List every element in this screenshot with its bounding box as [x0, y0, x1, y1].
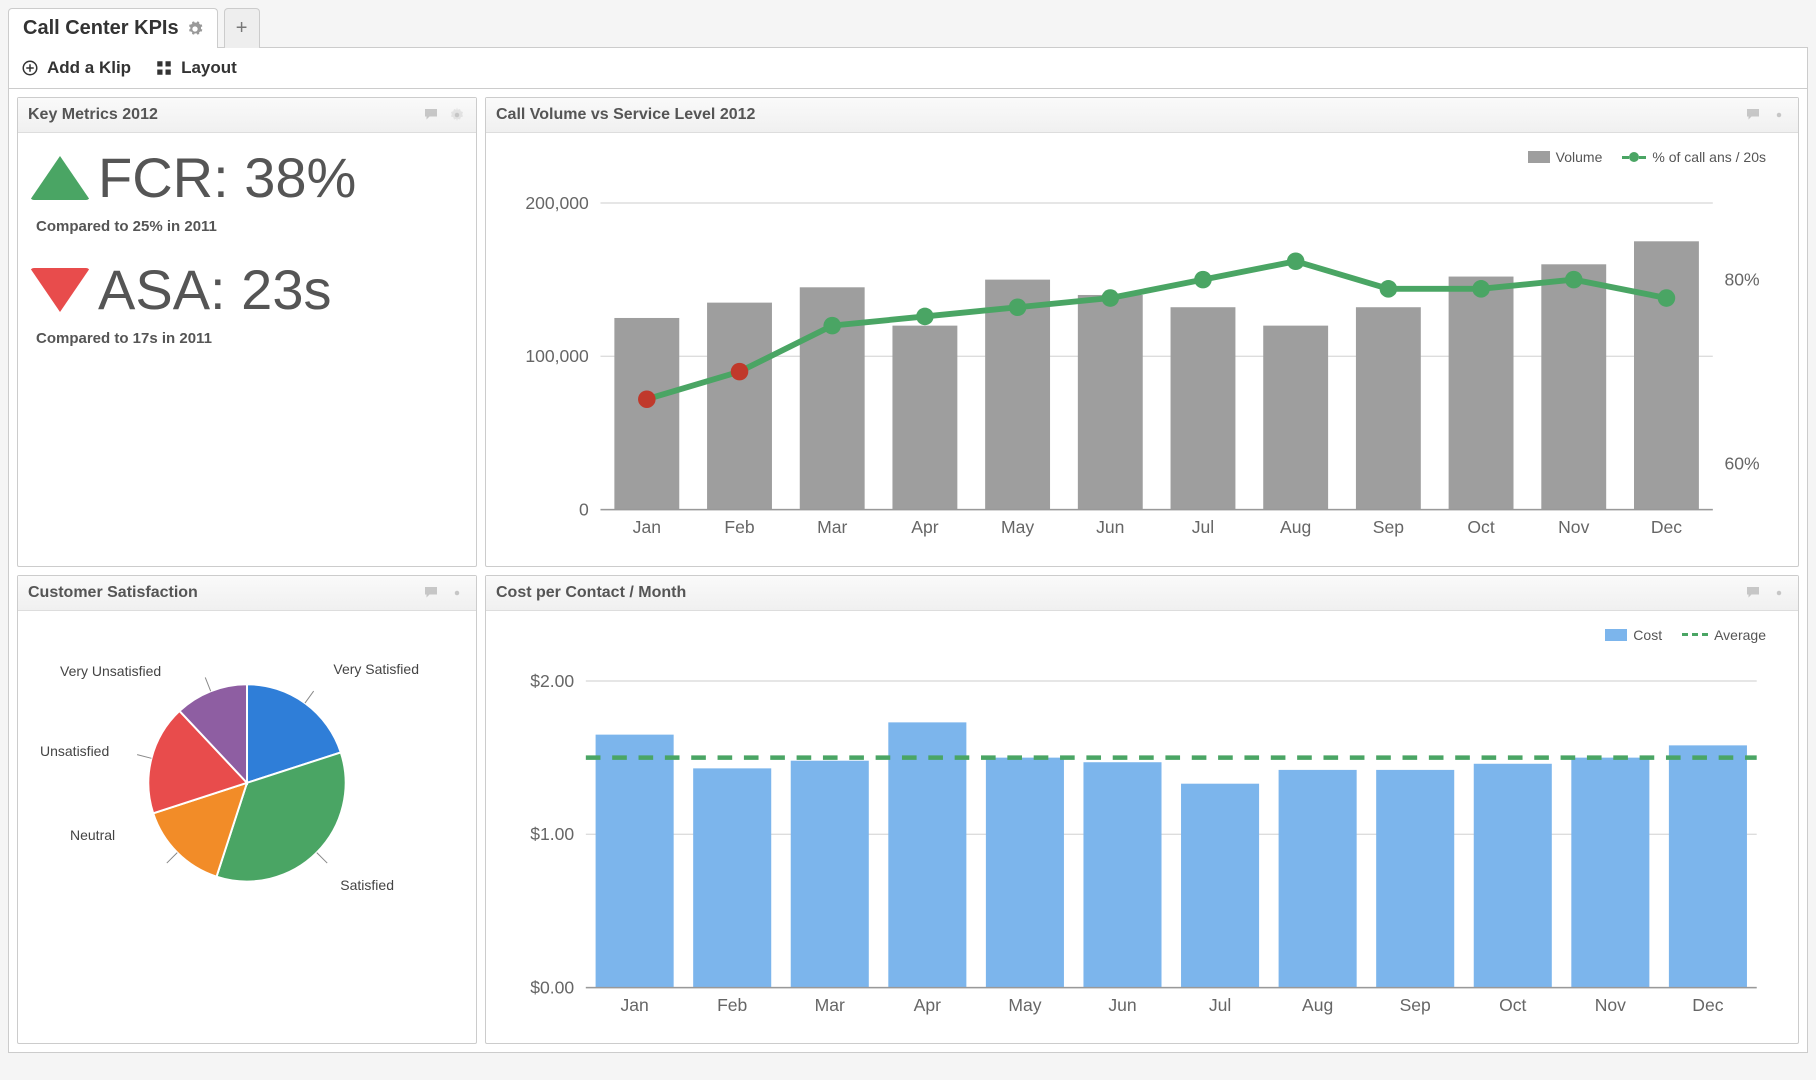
pie-label-u: Unsatisfied	[40, 743, 109, 759]
pie-label-vs: Very Satisfied	[333, 661, 419, 677]
panel-csat: Customer Satisfaction Very Satisfied Sat…	[17, 575, 477, 1045]
gear-icon[interactable]	[187, 21, 203, 37]
gear-icon[interactable]	[1770, 106, 1788, 124]
svg-text:Jul: Jul	[1209, 995, 1231, 1015]
layout-icon	[155, 59, 173, 77]
toolbar: Add a Klip Layout	[8, 47, 1808, 89]
pie-label-s: Satisfied	[340, 877, 394, 893]
svg-text:100,000: 100,000	[525, 346, 589, 366]
add-klip-button[interactable]: Add a Klip	[21, 58, 131, 78]
svg-text:Sep: Sep	[1400, 995, 1431, 1015]
comment-icon[interactable]	[1744, 106, 1762, 124]
tab-call-center-kpis[interactable]: Call Center KPIs	[8, 8, 218, 48]
comment-icon[interactable]	[1744, 584, 1762, 602]
triangle-down-icon	[30, 268, 90, 312]
svg-text:Nov: Nov	[1595, 995, 1626, 1015]
legend: Volume % of call ans / 20s	[498, 145, 1786, 173]
panel-cost: Cost per Contact / Month Cost Average $0…	[485, 575, 1799, 1045]
metric-fcr: FCR: 38%	[30, 145, 464, 210]
swatch-dash-icon	[1682, 633, 1708, 636]
swatch-line-icon	[1622, 152, 1646, 162]
layout-button[interactable]: Layout	[155, 58, 237, 78]
svg-text:Dec: Dec	[1651, 517, 1682, 537]
legend-label: % of call ans / 20s	[1652, 149, 1766, 165]
legend-cost[interactable]: Cost	[1605, 627, 1662, 643]
gear-icon[interactable]	[448, 106, 466, 124]
svg-text:Nov: Nov	[1558, 517, 1589, 537]
svg-text:0: 0	[579, 499, 589, 519]
plus-circle-icon	[21, 59, 39, 77]
pie-label-vu: Very Unsatisfied	[60, 663, 161, 679]
legend-label: Cost	[1633, 627, 1662, 643]
svg-text:Sep: Sep	[1373, 517, 1404, 537]
panel-call-volume: Call Volume vs Service Level 2012 Volume…	[485, 97, 1799, 567]
add-klip-label: Add a Klip	[47, 58, 131, 78]
legend-pct[interactable]: % of call ans / 20s	[1622, 149, 1766, 165]
svg-text:200,000: 200,000	[525, 193, 589, 213]
svg-text:Mar: Mar	[815, 995, 845, 1015]
swatch-icon	[1528, 151, 1550, 163]
svg-text:$0.00: $0.00	[530, 977, 574, 997]
metric-asa-sub: Compared to 17s in 2011	[36, 330, 464, 347]
panel-title: Key Metrics 2012	[28, 106, 158, 124]
svg-text:Dec: Dec	[1692, 995, 1723, 1015]
svg-text:$2.00: $2.00	[530, 670, 574, 690]
metric-fcr-sub: Compared to 25% in 2011	[36, 218, 464, 235]
metric-asa-value: ASA: 23s	[98, 257, 331, 322]
svg-text:Oct: Oct	[1467, 517, 1494, 537]
tabbar: Call Center KPIs +	[8, 8, 1808, 48]
svg-text:Aug: Aug	[1280, 517, 1311, 537]
svg-text:Aug: Aug	[1302, 995, 1333, 1015]
svg-text:Feb: Feb	[724, 517, 754, 537]
legend-avg[interactable]: Average	[1682, 627, 1766, 643]
svg-text:Apr: Apr	[914, 995, 941, 1015]
chart-call-volume: 0 100,000 200,000 60% 80% Jan Feb Mar Apr May Jun J…	[498, 173, 1786, 554]
legend: Cost Average	[498, 623, 1786, 651]
svg-text:May: May	[1008, 995, 1041, 1015]
panel-title: Cost per Contact / Month	[496, 584, 686, 602]
svg-text:Feb: Feb	[717, 995, 747, 1015]
tab-title: Call Center KPIs	[23, 17, 179, 40]
legend-label: Average	[1714, 627, 1766, 643]
panel-title: Customer Satisfaction	[28, 584, 198, 602]
chart-cost: $0.00 $1.00 $2.00 Jan Feb Mar Apr May Jun Jul Aug S…	[498, 651, 1786, 1032]
legend-volume[interactable]: Volume	[1528, 149, 1603, 165]
gear-icon[interactable]	[1770, 584, 1788, 602]
svg-text:80%: 80%	[1725, 269, 1760, 289]
svg-text:Oct: Oct	[1499, 995, 1526, 1015]
svg-text:May: May	[1001, 517, 1034, 537]
svg-text:60%: 60%	[1725, 453, 1760, 473]
svg-text:Jun: Jun	[1096, 517, 1124, 537]
panel-key-metrics: Key Metrics 2012 FCR: 38% Compared to 25…	[17, 97, 477, 567]
comment-icon[interactable]	[422, 584, 440, 602]
swatch-icon	[1605, 629, 1627, 641]
svg-text:Jan: Jan	[620, 995, 648, 1015]
legend-label: Volume	[1556, 149, 1603, 165]
add-tab-button[interactable]: +	[224, 8, 260, 48]
dashboard-grid: Key Metrics 2012 FCR: 38% Compared to 25…	[8, 89, 1808, 1053]
triangle-up-icon	[30, 156, 90, 200]
svg-text:Mar: Mar	[817, 517, 847, 537]
svg-text:Jul: Jul	[1192, 517, 1214, 537]
chart-csat-pie: Very Satisfied Satisfied Neutral Unsatis…	[30, 623, 464, 923]
svg-text:Jun: Jun	[1108, 995, 1136, 1015]
gear-icon[interactable]	[448, 584, 466, 602]
svg-text:Apr: Apr	[911, 517, 938, 537]
pie-label-n: Neutral	[70, 827, 115, 843]
svg-text:$1.00: $1.00	[530, 824, 574, 844]
svg-text:Jan: Jan	[633, 517, 661, 537]
panel-title: Call Volume vs Service Level 2012	[496, 106, 755, 124]
metric-asa: ASA: 23s	[30, 257, 464, 322]
metric-fcr-value: FCR: 38%	[98, 145, 356, 210]
layout-label: Layout	[181, 58, 237, 78]
comment-icon[interactable]	[422, 106, 440, 124]
